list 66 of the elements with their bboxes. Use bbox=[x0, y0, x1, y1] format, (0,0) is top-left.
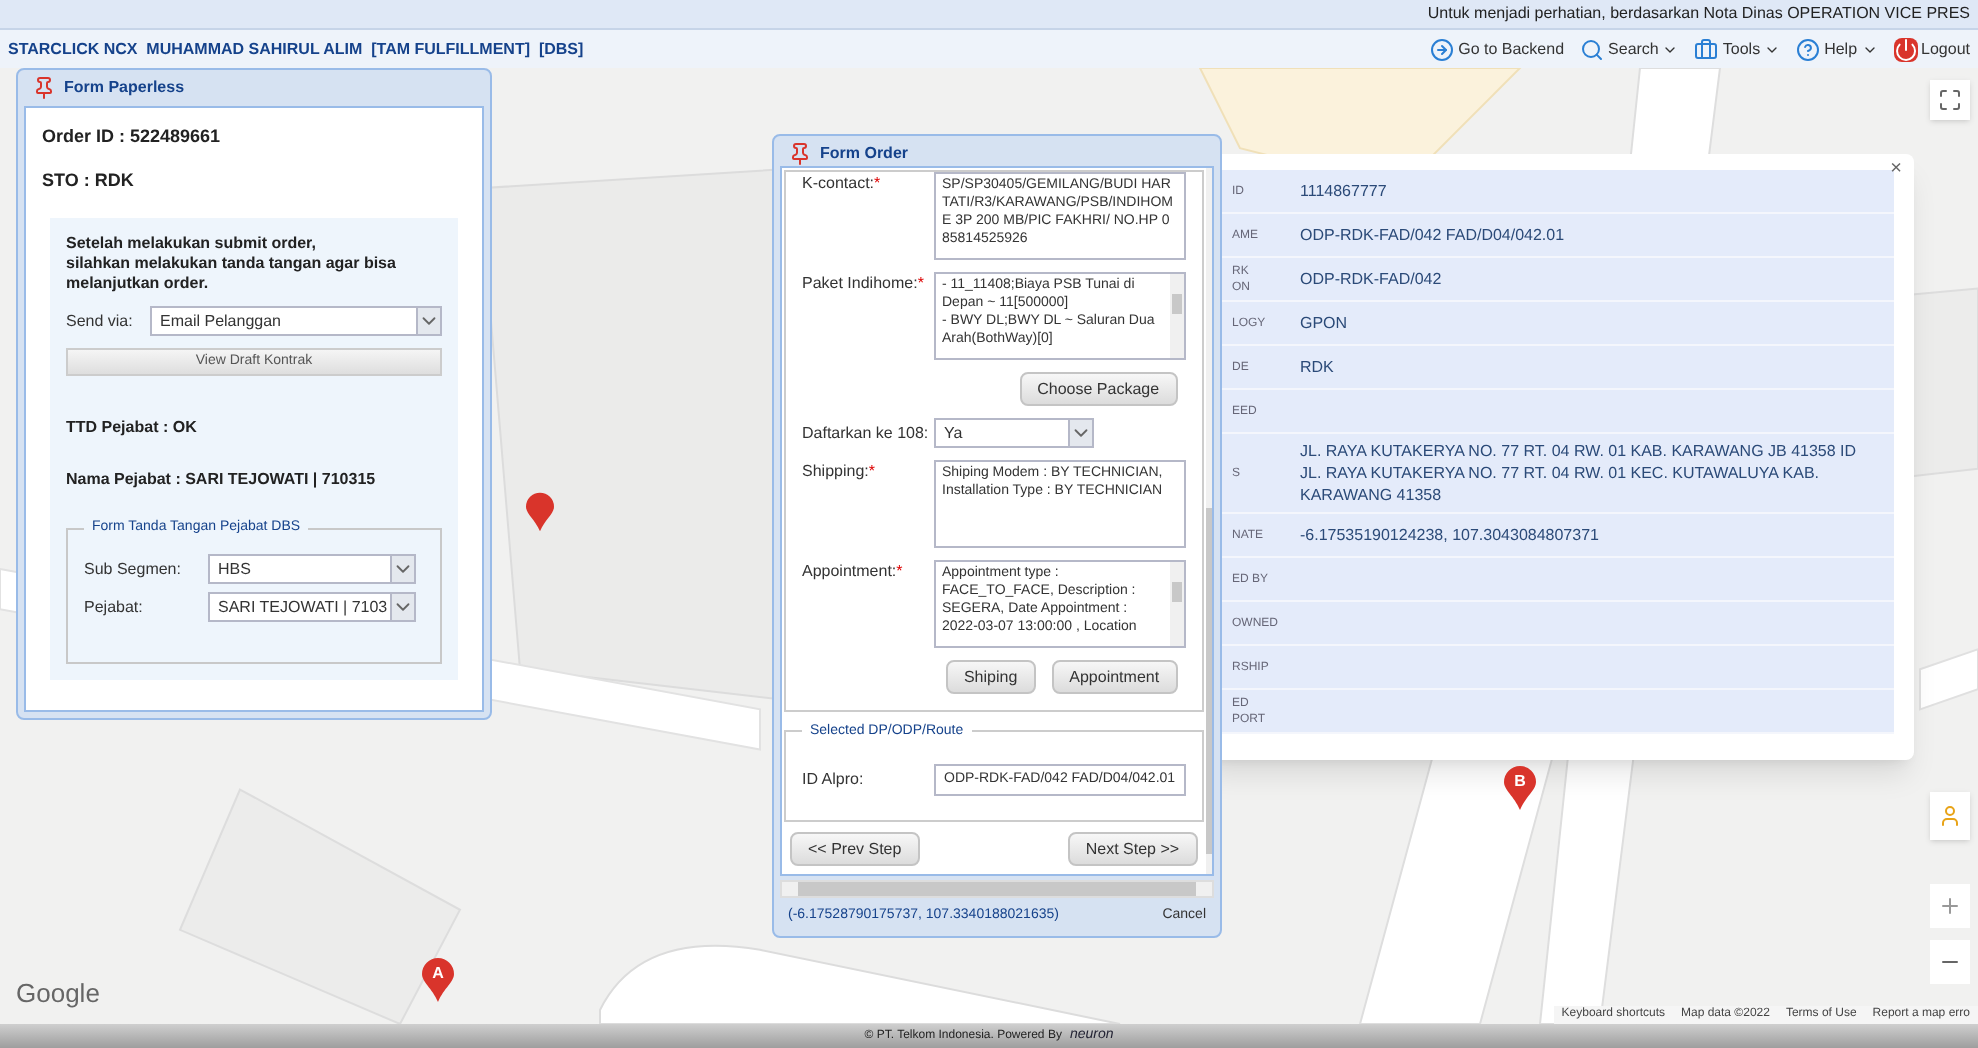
dropdown-icon bbox=[390, 556, 414, 582]
search-icon bbox=[1580, 37, 1605, 61]
window-title: Form Paperless bbox=[64, 76, 185, 100]
dropdown-icon bbox=[416, 308, 440, 334]
map-logo: Google bbox=[16, 975, 100, 1012]
map-marker[interactable]: B bbox=[1504, 766, 1536, 810]
field-label: Shipping:* bbox=[802, 460, 877, 484]
prev-step-button[interactable]: << Prev Step bbox=[790, 832, 920, 866]
field-label: Send via: bbox=[66, 309, 134, 333]
toolbar-button[interactable]: Logout bbox=[1893, 37, 1970, 61]
field-label: Pejabat: bbox=[84, 595, 145, 619]
scrollbar[interactable] bbox=[1169, 274, 1184, 358]
field-label: Sub Segmen: bbox=[84, 557, 183, 581]
toolbox-icon bbox=[1694, 37, 1719, 61]
property-value: ODP-RDK-FAD/042 bbox=[1298, 268, 1444, 292]
pin-icon bbox=[788, 142, 812, 166]
ttd-status-text: TTD Pejabat : OK bbox=[66, 416, 199, 440]
form-button[interactable]: Choose Package bbox=[1019, 372, 1178, 406]
notice-text: Untuk menjadi perhatian, berdasarkan Nota Dinas OPERATION VICE PRES bbox=[1427, 2, 1970, 26]
close-button[interactable]: × bbox=[1890, 154, 1902, 184]
fullscreen-button[interactable] bbox=[1930, 80, 1970, 120]
property-value: -6.17535190124238, 107.3043084807371 bbox=[1298, 524, 1601, 548]
order-id-text: Order ID : 522489661 bbox=[42, 124, 223, 150]
pin-icon bbox=[32, 76, 56, 100]
zoom-in-button[interactable] bbox=[1930, 884, 1970, 928]
person-icon bbox=[1938, 800, 1962, 832]
dropdown-icon bbox=[390, 594, 414, 620]
property-value: 1114867777 bbox=[1298, 180, 1389, 204]
property-value: GPON bbox=[1298, 312, 1350, 336]
toolbar-button[interactable]: Search bbox=[1580, 37, 1679, 61]
field-label: Paket Indihome:* bbox=[802, 272, 926, 296]
arrow-circle-icon bbox=[1430, 37, 1455, 61]
form-button[interactable]: Shiping bbox=[945, 660, 1036, 694]
zoom-out-button[interactable] bbox=[1930, 940, 1970, 984]
property-value: JL. RAYA KUTAKERYA NO. 77 RT. 04 RW. 01 KAB. KARAWANG JB 41358 ID JL. RAYA KUTAKERYA NO. 77 RT. 04 RW. 01 KEC. KUTAWALUYA KAB. KARAWANG 41358 bbox=[1298, 440, 1859, 508]
field-label: Daftarkan ke 108: bbox=[802, 421, 931, 445]
vertical-scrollbar[interactable] bbox=[1205, 168, 1212, 874]
toolbar-button[interactable]: Help bbox=[1796, 37, 1878, 61]
toolbar-button[interactable]: Tools bbox=[1694, 37, 1781, 61]
property-value: ODP-RDK-FAD/042 FAD/D04/042.01 bbox=[1298, 224, 1567, 248]
plus-icon bbox=[1938, 894, 1962, 918]
power-icon bbox=[1893, 37, 1918, 61]
window-title: Form Order bbox=[820, 142, 909, 166]
scrollbar[interactable] bbox=[1169, 562, 1184, 646]
toolbar-button[interactable]: Go to Backend bbox=[1430, 37, 1565, 61]
field-label: ID Alpro: bbox=[802, 768, 866, 792]
help-icon bbox=[1796, 37, 1821, 61]
official-name-text: Nama Pejabat : SARI TEJOWATI | 710315 bbox=[66, 468, 378, 492]
fullscreen-icon bbox=[1938, 88, 1962, 112]
dropdown-icon bbox=[1068, 420, 1092, 446]
instruction-text: Setelah melakukan submit order, silahkan melakukan tanda tangan agar bisa melanjutkan order. bbox=[66, 234, 398, 294]
dropdown-field[interactable]: HBS bbox=[208, 554, 416, 584]
field-label: Appointment:* bbox=[802, 560, 905, 584]
app-title: STARCLICK NCX MUHAMMAD SAHIRUL ALIM [TAM FULFILLMENT] [DBS] bbox=[6, 37, 584, 61]
map-marker[interactable]: A bbox=[422, 958, 454, 1002]
send-via-select[interactable]: Email Pelanggan bbox=[150, 306, 442, 336]
dropdown-field[interactable]: SARI TEJOWATI | 7103 bbox=[208, 592, 416, 622]
pegman-button[interactable] bbox=[1930, 792, 1970, 840]
next-step-button[interactable]: Next Step >> bbox=[1067, 832, 1198, 866]
field-label: K-contact:* bbox=[802, 172, 883, 196]
dropdown-field[interactable]: Ya bbox=[934, 418, 1094, 448]
sto-text: STO : RDK bbox=[42, 167, 136, 193]
map-marker[interactable] bbox=[526, 492, 554, 532]
form-button[interactable]: Appointment bbox=[1051, 660, 1178, 694]
property-value: RDK bbox=[1298, 356, 1336, 380]
horizontal-scrollbar[interactable] bbox=[780, 880, 1214, 898]
